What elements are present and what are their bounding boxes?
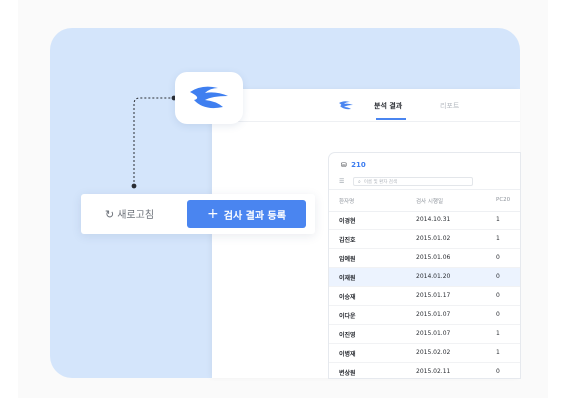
register-result-button[interactable]: + 검사 결과 등록: [187, 200, 306, 228]
pc20-cell: 1: [496, 349, 500, 356]
result-count: ⛁ 210: [341, 161, 366, 169]
patient-name-cell: 이다운: [339, 313, 356, 320]
brand-wind-logo-icon: [190, 86, 228, 109]
test-date-cell: 2015.02.02: [416, 349, 451, 356]
result-count-value: 210: [351, 161, 366, 169]
tab-report[interactable]: 리포트: [440, 101, 459, 111]
refresh-icon: ↻: [105, 208, 115, 221]
patient-name-cell: 임예원: [339, 256, 356, 263]
table-row[interactable]: 이진영 2015.01.07 1: [329, 325, 520, 344]
pc20-cell: 0: [496, 292, 500, 299]
app-icon: [175, 72, 243, 124]
table-row[interactable]: 김진호 2015.01.02 1: [329, 230, 520, 249]
results-panel: ⛁ 210 ☰ ⌕ 이름 및 환자 검색 환자명 검사 시행일 PC20 이경현 2…: [329, 153, 520, 378]
test-date-cell: 2014.10.31: [416, 216, 451, 223]
test-date-cell: 2014.01.20: [416, 273, 451, 280]
pc20-cell: 1: [496, 330, 500, 337]
test-date-cell: 2015.01.07: [416, 330, 451, 337]
patient-name-cell: 이경현: [339, 218, 356, 225]
test-date-cell: 2015.01.17: [416, 292, 451, 299]
table-row[interactable]: 임예원 2015.01.06 0: [329, 249, 520, 268]
register-label: 검사 결과 등록: [223, 210, 286, 222]
patient-name-cell: 이병재: [339, 351, 356, 358]
pc20-cell: 1: [496, 235, 500, 242]
test-date-cell: 2015.01.06: [416, 254, 451, 261]
search-placeholder: 이름 및 환자 검색: [363, 180, 398, 185]
test-date-cell: 2015.01.07: [416, 311, 451, 318]
pc20-cell: 0: [496, 311, 500, 318]
table-row[interactable]: 이승재 2015.01.17 0: [329, 287, 520, 306]
table-row[interactable]: 이경현 2014.10.31 1: [329, 211, 520, 230]
database-icon: ⛁: [341, 161, 347, 169]
filter-row: ☰ ⌕ 이름 및 환자 검색: [329, 175, 520, 190]
table-row[interactable]: 이재원 2014.01.20 0: [329, 268, 520, 287]
column-header-name[interactable]: 환자명: [339, 197, 354, 205]
tab-analysis-results[interactable]: 분석 결과: [374, 101, 402, 111]
action-bar: ↻ 새로고침 + 검사 결과 등록: [81, 194, 315, 234]
plus-icon: +: [207, 206, 219, 222]
table-row[interactable]: 변상원 2015.02.11 0: [329, 363, 520, 378]
patient-name-cell: 이재원: [339, 275, 356, 282]
search-input[interactable]: ⌕ 이름 및 환자 검색: [353, 177, 473, 186]
pc20-cell: 0: [496, 254, 500, 261]
table-row[interactable]: 이다운 2015.01.07 0: [329, 306, 520, 325]
patient-name-cell: 변상원: [339, 370, 356, 377]
filter-icon[interactable]: ☰: [339, 178, 344, 185]
table-body: 이경현 2014.10.31 1 김진호 2015.01.02 1 임예원 2015.01.0…: [329, 211, 520, 378]
active-tab-indicator: [376, 118, 406, 120]
patient-name-cell: 이승재: [339, 294, 356, 301]
pc20-cell: 0: [496, 273, 500, 280]
patient-name-cell: 이진영: [339, 332, 356, 339]
pc20-cell: 1: [496, 216, 500, 223]
refresh-button[interactable]: ↻ 새로고침: [105, 206, 154, 221]
patient-name-cell: 김진호: [339, 237, 356, 244]
table-header: 환자명 검사 시행일 PC20: [329, 191, 520, 212]
search-icon: ⌕: [358, 179, 361, 185]
refresh-label: 새로고침: [117, 210, 155, 221]
brand-logo-icon: [339, 101, 353, 110]
test-date-cell: 2015.02.11: [416, 368, 451, 375]
column-header-pc20[interactable]: PC20: [496, 197, 510, 203]
table-row[interactable]: 이병재 2015.02.02 1: [329, 344, 520, 363]
test-date-cell: 2015.01.02: [416, 235, 451, 242]
pc20-cell: 0: [496, 368, 500, 375]
top-nav: 분석 결과 리포트: [212, 89, 520, 122]
column-header-date[interactable]: 검사 시행일: [416, 197, 443, 205]
